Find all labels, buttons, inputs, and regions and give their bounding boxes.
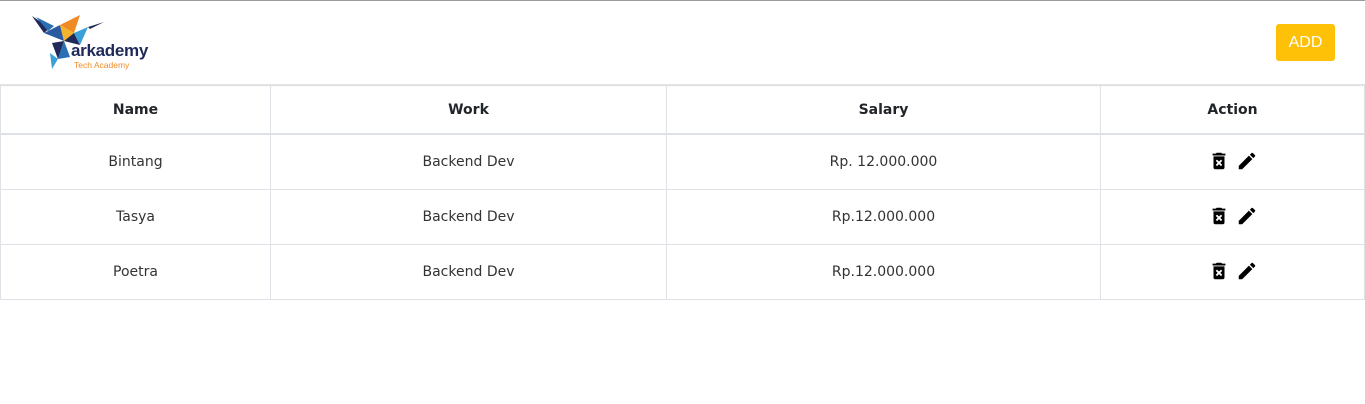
table-row: Bintang Backend Dev Rp. 12.000.000 (0, 133, 1365, 190)
cell-action (1100, 133, 1365, 190)
delete-icon[interactable] (1208, 150, 1230, 172)
cell-salary: Rp.12.000.000 (666, 244, 1101, 300)
table-row: Tasya Backend Dev Rp.12.000.000 (0, 189, 1365, 245)
cell-work: Backend Dev (270, 133, 667, 190)
cell-name: Bintang (0, 133, 271, 190)
table-row: Poetra Backend Dev Rp.12.000.000 (0, 244, 1365, 300)
edit-icon[interactable] (1236, 260, 1258, 282)
navbar: arkademy Tech Academy ADD (0, 1, 1365, 85)
table-header-row: Name Work Salary Action (0, 85, 1365, 135)
arkademy-logo[interactable]: arkademy Tech Academy (30, 13, 160, 73)
logo-title: arkademy (71, 41, 148, 60)
cell-salary: Rp. 12.000.000 (666, 133, 1101, 190)
cell-salary: Rp.12.000.000 (666, 189, 1101, 245)
cell-work: Backend Dev (270, 244, 667, 300)
delete-icon[interactable] (1208, 205, 1230, 227)
employee-table: Name Work Salary Action Bintang Backend … (0, 85, 1365, 300)
cell-action (1100, 189, 1365, 245)
logo-subtitle: Tech Academy (74, 60, 130, 70)
row-actions (1208, 259, 1258, 283)
cell-name: Poetra (0, 244, 271, 300)
column-header-salary: Salary (666, 85, 1101, 135)
edit-icon[interactable] (1236, 150, 1258, 172)
column-header-name: Name (0, 85, 271, 135)
cell-work: Backend Dev (270, 189, 667, 245)
cell-name: Tasya (0, 189, 271, 245)
row-actions (1208, 149, 1258, 173)
add-button[interactable]: ADD (1276, 24, 1335, 61)
column-header-action: Action (1100, 85, 1365, 135)
cell-action (1100, 244, 1365, 300)
edit-icon[interactable] (1236, 205, 1258, 227)
delete-icon[interactable] (1208, 260, 1230, 282)
row-actions (1208, 204, 1258, 228)
column-header-work: Work (270, 85, 667, 135)
